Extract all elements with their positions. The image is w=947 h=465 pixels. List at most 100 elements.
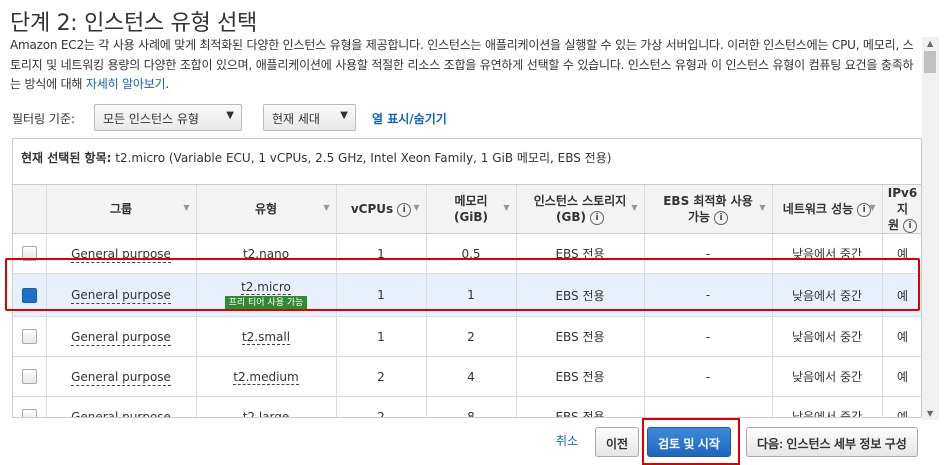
column-header-ipv6[interactable]: IPv6 지원i [882,185,921,234]
type-header-label: 유형 [254,202,278,216]
filter-bar: 필터링 기준: 모든 인스턴스 유형 ▼ 현재 세대 ▼ 열 표시/숨기기 [10,104,910,132]
group-cell[interactable]: General purpose [71,369,171,386]
vcpus-cell: 1 [336,233,427,274]
info-icon[interactable]: i [903,218,918,233]
column-header-network[interactable]: 네트워크 성능 i ▼ [772,185,883,234]
vcpus-cell: 1 [336,273,427,317]
memory-header-unit: (GiB) [453,210,489,224]
network-cell: 낮음에서 중간 [772,233,883,274]
memory-cell: 2 [426,316,517,357]
free-tier-badge: 프리 티어 사용 가능 [224,296,308,310]
type-cell: t2.small [241,329,291,345]
generation-filter-select[interactable]: 현재 세대 ▼ [263,104,356,131]
table-row[interactable]: General purpose t2.medium 2 4 EBS 전용 - 낮… [13,356,921,397]
storage-cell: EBS 전용 [516,316,645,357]
vcpus-cell: 1 [336,316,427,357]
vcpus-cell: 2 [336,356,427,397]
intro-end: . [165,77,170,91]
ipv6-cell: 예 [882,273,921,317]
instance-type-table: 그룹 ▼ 유형 ▼ vCPUs i ▼ 메모리 (GiB) ▼ 인스턴스 스토리지 (GB) i… [12,184,922,418]
ebs-cell: - [644,316,773,357]
scrollbar-thumb[interactable] [924,51,936,73]
current-selection-label: 현재 선택된 항목: [21,151,112,165]
info-icon[interactable]: i [589,210,604,225]
sort-icon: ▼ [631,203,638,212]
vertical-scrollbar[interactable]: ▲ ▼ [922,37,939,420]
select-all-column-header [13,185,47,234]
review-and-launch-button[interactable]: 검토 및 시작 [647,427,731,457]
info-icon[interactable]: i [397,202,412,217]
generation-filter-value: 현재 세대 [272,112,320,126]
column-header-ebs-optimized[interactable]: EBS 최적화 사용가능 i ▼ [644,185,773,234]
scroll-up-icon[interactable]: ▲ [927,39,933,48]
storage-cell: EBS 전용 [516,396,645,417]
ebs-cell: - [644,273,773,317]
column-header-type[interactable]: 유형 ▼ [196,185,337,234]
storage-cell: EBS 전용 [516,356,645,397]
chevron-down-icon: ▼ [226,110,234,121]
current-selection-summary: 현재 선택된 항목: t2.micro (Variable ECU, 1 vCP… [12,138,922,185]
column-header-instance-storage[interactable]: 인스턴스 스토리지 (GB) i ▼ [516,185,645,234]
row-checkbox[interactable] [21,246,37,261]
network-header-label: 네트워크 성능 [782,202,854,216]
table-row[interactable]: General purpose t2.nano 1 0.5 EBS 전용 - 낮… [13,233,921,274]
memory-cell: 4 [426,356,517,397]
scroll-down-icon[interactable]: ▼ [927,409,933,418]
ebs-cell: - [644,356,773,397]
group-cell[interactable]: General purpose [71,288,171,304]
current-selection-value: t2.micro (Variable ECU, 1 vCPUs, 2.5 GHz… [115,151,612,165]
intro-text: Amazon EC2는 각 사용 사례에 맞게 최적화된 다양한 인스턴스 유형… [10,36,916,95]
network-cell: 낮음에서 중간 [772,396,883,417]
memory-header-label: 메모리 [454,194,488,208]
previous-button[interactable]: 이전 [595,427,640,457]
next-configure-instance-button[interactable]: 다음: 인스턴스 세부 정보 구성 [746,427,918,457]
row-checkbox-checked[interactable] [21,287,37,303]
memory-cell: 0.5 [426,233,517,274]
row-checkbox[interactable] [21,409,37,417]
ipv6-header-label-2: 원 [887,218,900,232]
page-title: 단계 2: 인스턴스 유형 선택 [10,11,257,36]
chevron-down-icon: ▼ [340,110,348,121]
vcpus-cell: 2 [336,396,427,417]
group-cell[interactable]: General purpose [71,409,171,417]
ipv6-cell: 예 [882,396,921,417]
ebs-cell: - [644,233,773,274]
sort-icon: ▼ [323,203,330,212]
network-cell: 낮음에서 중간 [772,316,883,357]
table-row[interactable]: General purpose t2.small 1 2 EBS 전용 - 낮음… [13,316,921,357]
sort-icon: ▼ [503,203,510,212]
storage-cell: EBS 전용 [516,233,645,274]
memory-cell: 1 [426,273,517,317]
storage-cell: EBS 전용 [516,273,645,317]
row-checkbox[interactable] [21,329,37,344]
sort-icon: ▼ [759,203,766,212]
show-hide-columns-link[interactable]: 열 표시/숨기기 [372,110,447,127]
sort-icon: ▼ [413,203,420,212]
ebs-cell: - [644,396,773,417]
type-cell: t2.medium [233,369,299,385]
table-row[interactable]: General purpose t2.large 2 8 EBS 전용 - 낮음… [13,396,921,417]
column-header-group[interactable]: 그룹 ▼ [46,185,197,234]
ipv6-cell: 예 [882,233,921,274]
ebs-header-label-2: 가능 [687,210,711,224]
column-header-vcpus[interactable]: vCPUs i ▼ [336,185,427,234]
type-cell: t2.micro [241,280,291,295]
group-header-label: 그룹 [109,202,133,216]
ipv6-cell: 예 [882,356,921,397]
network-cell: 낮음에서 중간 [772,356,883,397]
ipv6-header-label: IPv6 지 [887,186,918,216]
ebs-header-label: EBS 최적화 사용 [663,194,753,208]
group-cell[interactable]: General purpose [71,246,171,263]
column-header-memory[interactable]: 메모리 (GiB) ▼ [426,185,517,234]
cancel-link[interactable]: 취소 [556,432,578,449]
ipv6-cell: 예 [882,316,921,357]
group-cell[interactable]: General purpose [71,329,171,346]
info-icon[interactable]: i [714,210,729,225]
vcpus-header-label: vCPUs [350,202,394,216]
instance-type-filter-select[interactable]: 모든 인스턴스 유형 ▼ [94,104,242,131]
learn-more-link[interactable]: 자세히 알아보기 [86,77,166,91]
table-row-selected[interactable]: General purpose t2.micro 프리 티어 사용 가능 1 1 … [13,273,921,317]
filter-label: 필터링 기준: [12,112,76,126]
type-cell: t2.nano [242,246,290,261]
row-checkbox[interactable] [21,369,37,384]
